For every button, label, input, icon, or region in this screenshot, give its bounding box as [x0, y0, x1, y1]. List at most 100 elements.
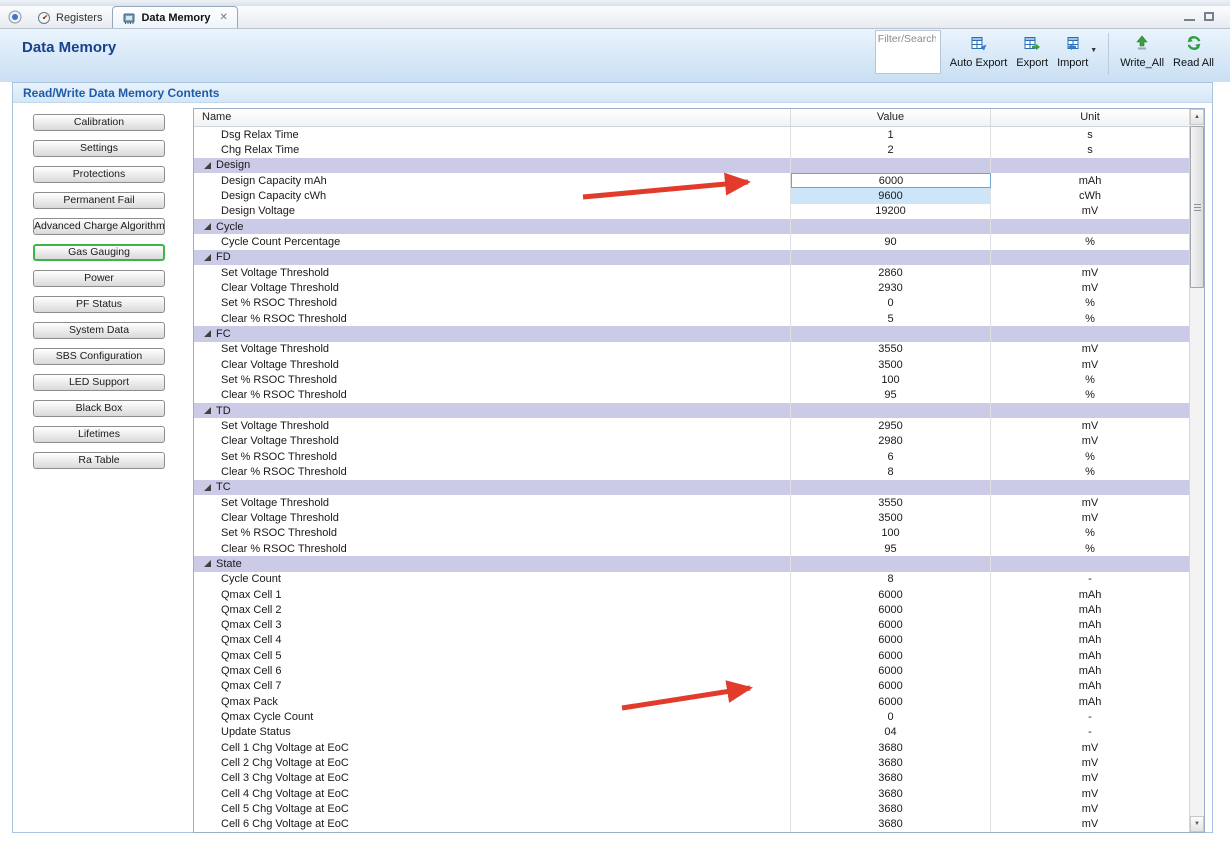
tab-registers[interactable]: Registers — [27, 6, 112, 28]
cell-value[interactable]: 3500 — [791, 510, 991, 526]
close-tab-icon[interactable]: ✕ — [220, 12, 228, 23]
table-row-qmax-cell-4[interactable]: Qmax Cell 4 6000 mAh — [194, 632, 1189, 649]
column-header-value[interactable]: Value — [791, 109, 991, 126]
cell-value[interactable]: 3680 — [791, 801, 991, 817]
cell-value[interactable]: 0 — [791, 709, 991, 725]
table-row-clear-rsoc-threshold[interactable]: Clear % RSOC Threshold 95% — [194, 540, 1189, 557]
minimize-icon[interactable] — [1184, 12, 1195, 21]
write-all-button[interactable]: Write_All — [1120, 30, 1164, 69]
table-row-cell-2-chg-voltage-at-eoc[interactable]: Cell 2 Chg Voltage at EoC 3680 mV — [194, 755, 1189, 771]
cell-value[interactable]: 100 — [791, 525, 991, 541]
cell-value[interactable]: 8 — [791, 464, 991, 480]
cell-value[interactable]: 2860 — [791, 264, 991, 281]
tab-data-memory[interactable]: Data Memory ✕ — [112, 6, 238, 28]
table-row-clear-voltage-threshold[interactable]: Clear Voltage Threshold 3500 mV — [194, 510, 1189, 526]
expand-triangle-icon[interactable] — [204, 560, 211, 568]
table-row-clear-rsoc-threshold[interactable]: Clear % RSOC Threshold 95% — [194, 387, 1189, 403]
category-row-state[interactable]: State — [194, 556, 1189, 572]
table-row-set-voltage-threshold[interactable]: Set Voltage Threshold 3550 mV — [194, 494, 1189, 511]
import-button[interactable]: Import — [1057, 30, 1088, 69]
table-row-cycle-count-percentage[interactable]: Cycle Count Percentage 90% — [194, 234, 1189, 250]
table-row-clear-voltage-threshold[interactable]: Clear Voltage Threshold 2930 mV — [194, 280, 1189, 296]
table-row-qmax-cell-6[interactable]: Qmax Cell 6 6000 mAh — [194, 663, 1189, 679]
cell-value[interactable]: 95 — [791, 387, 991, 403]
cell-value[interactable]: 3680 — [791, 740, 991, 756]
cell-value[interactable]: 6000 — [791, 694, 991, 710]
column-header-name[interactable]: Name — [194, 109, 791, 126]
cell-value[interactable]: 6000 — [791, 617, 991, 633]
table-row-set-rsoc-threshold[interactable]: Set % RSOC Threshold 100% — [194, 372, 1189, 388]
cell-value[interactable] — [791, 402, 991, 419]
table-row-dsg-relax-time[interactable]: Dsg Relax Time 1 s — [194, 127, 1189, 143]
cell-value[interactable]: 8 — [791, 571, 991, 587]
export-button[interactable]: Export — [1016, 30, 1048, 69]
table-row-set-voltage-threshold[interactable]: Set Voltage Threshold 2950 mV — [194, 418, 1189, 434]
expand-triangle-icon[interactable] — [204, 223, 211, 231]
sidebar-item-sbs-configuration[interactable]: SBS Configuration — [33, 348, 165, 365]
cell-value[interactable] — [791, 249, 991, 265]
sidebar-item-lifetimes[interactable]: Lifetimes — [33, 426, 165, 443]
cell-value[interactable]: 3550 — [791, 494, 991, 511]
cell-value[interactable]: 90 — [791, 234, 991, 250]
auto-export-button[interactable]: Auto Export — [950, 30, 1007, 69]
category-row-tc[interactable]: TC — [194, 479, 1189, 495]
cell-value[interactable]: 6000 — [791, 663, 991, 679]
table-row-qmax-pack[interactable]: Qmax Pack 6000 mAh — [194, 694, 1189, 710]
cell-value[interactable]: 3680 — [791, 786, 991, 802]
column-header-unit[interactable]: Unit — [991, 109, 1189, 126]
table-row-chg-relax-time[interactable]: Chg Relax Time 2 s — [194, 142, 1189, 158]
scrollbar-thumb[interactable] — [1190, 126, 1204, 288]
cell-value[interactable]: 3680 — [791, 770, 991, 787]
table-row-cell-5-chg-voltage-at-eoc[interactable]: Cell 5 Chg Voltage at EoC 3680 mV — [194, 801, 1189, 817]
sidebar-item-calibration[interactable]: Calibration — [33, 114, 165, 131]
cell-value[interactable]: 5 — [791, 310, 991, 327]
table-row-cell-4-chg-voltage-at-eoc[interactable]: Cell 4 Chg Voltage at EoC 3680 mV — [194, 786, 1189, 802]
cell-value[interactable]: 2980 — [791, 433, 991, 449]
cell-value[interactable]: 3550 — [791, 341, 991, 357]
table-row-cell-3-chg-voltage-at-eoc[interactable]: Cell 3 Chg Voltage at EoC 3680 mV — [194, 770, 1189, 787]
table-row-qmax-cell-2[interactable]: Qmax Cell 2 6000 mAh — [194, 602, 1189, 618]
cell-value[interactable]: 3680 — [791, 816, 991, 832]
table-row-clear-voltage-threshold[interactable]: Clear Voltage Threshold 3500 mV — [194, 356, 1189, 373]
cell-value[interactable]: 04 — [791, 724, 991, 741]
category-row-td[interactable]: TD — [194, 402, 1189, 419]
table-row-cycle-count[interactable]: Cycle Count 8 - — [194, 571, 1189, 587]
sidebar-item-settings[interactable]: Settings — [33, 140, 165, 157]
cell-value[interactable]: 6000 — [791, 586, 991, 603]
table-row-design-capacity-mah[interactable]: Design Capacity mAh 6000 mAh — [194, 172, 1189, 189]
maximize-icon[interactable] — [1204, 12, 1214, 21]
cell-value[interactable]: 6 — [791, 448, 991, 465]
table-row-set-rsoc-threshold[interactable]: Set % RSOC Threshold 0% — [194, 295, 1189, 311]
cell-value[interactable]: 6000 — [791, 602, 991, 618]
table-row-design-capacity-cwh[interactable]: Design Capacity cWh 9600 cWh — [194, 188, 1189, 204]
table-row-cell-1-chg-voltage-at-eoc[interactable]: Cell 1 Chg Voltage at EoC 3680 mV — [194, 740, 1189, 756]
sidebar-item-gas-gauging[interactable]: Gas Gauging — [33, 244, 165, 261]
table-row-qmax-cycle-count[interactable]: Qmax Cycle Count 0 - — [194, 709, 1189, 725]
cell-value[interactable]: 100 — [791, 372, 991, 388]
table-row-clear-rsoc-threshold[interactable]: Clear % RSOC Threshold 8% — [194, 464, 1189, 480]
sidebar-item-advanced-charge-algorithm[interactable]: Advanced Charge Algorithm — [33, 218, 165, 235]
cell-value[interactable] — [791, 479, 991, 495]
table-row-design-voltage[interactable]: Design Voltage 19200 mV — [194, 203, 1189, 219]
sidebar-item-system-data[interactable]: System Data — [33, 322, 165, 339]
cell-value[interactable]: 2930 — [791, 280, 991, 296]
table-row-qmax-cell-5[interactable]: Qmax Cell 5 6000 mAh — [194, 648, 1189, 664]
cell-value[interactable]: 6000 — [791, 632, 991, 649]
cell-value[interactable]: 6000 — [791, 172, 991, 189]
cell-value[interactable]: 6000 — [791, 678, 991, 695]
table-row-clear-rsoc-threshold[interactable]: Clear % RSOC Threshold 5% — [194, 310, 1189, 327]
sidebar-item-ra-table[interactable]: Ra Table — [33, 452, 165, 469]
sidebar-item-black-box[interactable]: Black Box — [33, 400, 165, 417]
category-row-fc[interactable]: FC — [194, 326, 1189, 342]
table-row-set-voltage-threshold[interactable]: Set Voltage Threshold 3550 mV — [194, 341, 1189, 357]
table-row-update-status[interactable]: Update Status 04 - — [194, 724, 1189, 741]
sidebar-item-led-support[interactable]: LED Support — [33, 374, 165, 391]
cell-value[interactable]: 19200 — [791, 203, 991, 219]
cell-value[interactable] — [791, 326, 991, 342]
cell-value[interactable] — [791, 556, 991, 572]
sidebar-item-power[interactable]: Power — [33, 270, 165, 287]
cell-value[interactable]: 9600 — [791, 188, 991, 204]
table-row-set-rsoc-threshold[interactable]: Set % RSOC Threshold 100% — [194, 525, 1189, 541]
import-dropdown-icon[interactable]: ▼ — [1090, 47, 1097, 54]
cell-value[interactable] — [791, 157, 991, 173]
